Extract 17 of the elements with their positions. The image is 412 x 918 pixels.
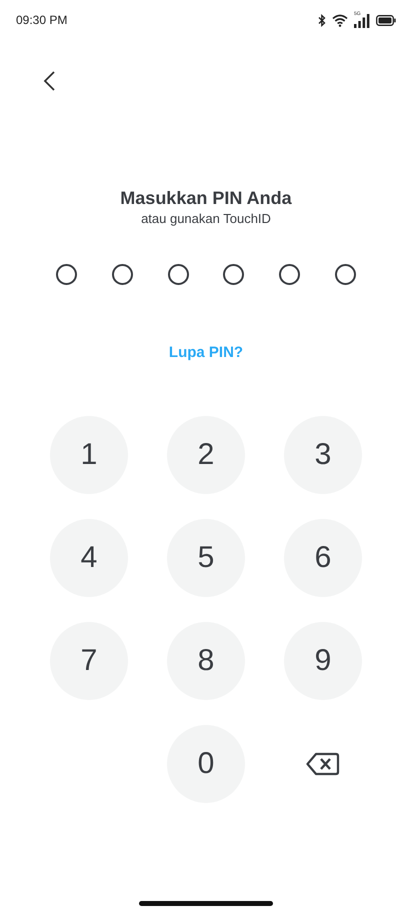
digit-key[interactable]: 5: [167, 519, 245, 597]
battery-icon: [376, 14, 396, 26]
digit-key[interactable]: 6: [284, 519, 362, 597]
backspace-icon: [306, 752, 340, 776]
digit-key[interactable]: 4: [50, 519, 128, 597]
page-title: Masukkan PIN Anda: [119, 187, 293, 209]
digit-key[interactable]: 3: [284, 416, 362, 494]
digit-key[interactable]: 8: [167, 622, 245, 700]
page-subtitle: atau gunakan TouchID: [140, 210, 272, 228]
digit-key[interactable]: 9: [284, 622, 362, 700]
digit-key[interactable]: 1: [50, 416, 128, 494]
status-time: 09:30 PM: [16, 13, 68, 27]
digit-key[interactable]: 7: [50, 622, 128, 700]
bluetooth-icon: [318, 14, 326, 26]
digit-key[interactable]: 2: [167, 416, 245, 494]
wifi-icon: [332, 14, 348, 26]
digit-key[interactable]: 0: [167, 725, 245, 803]
